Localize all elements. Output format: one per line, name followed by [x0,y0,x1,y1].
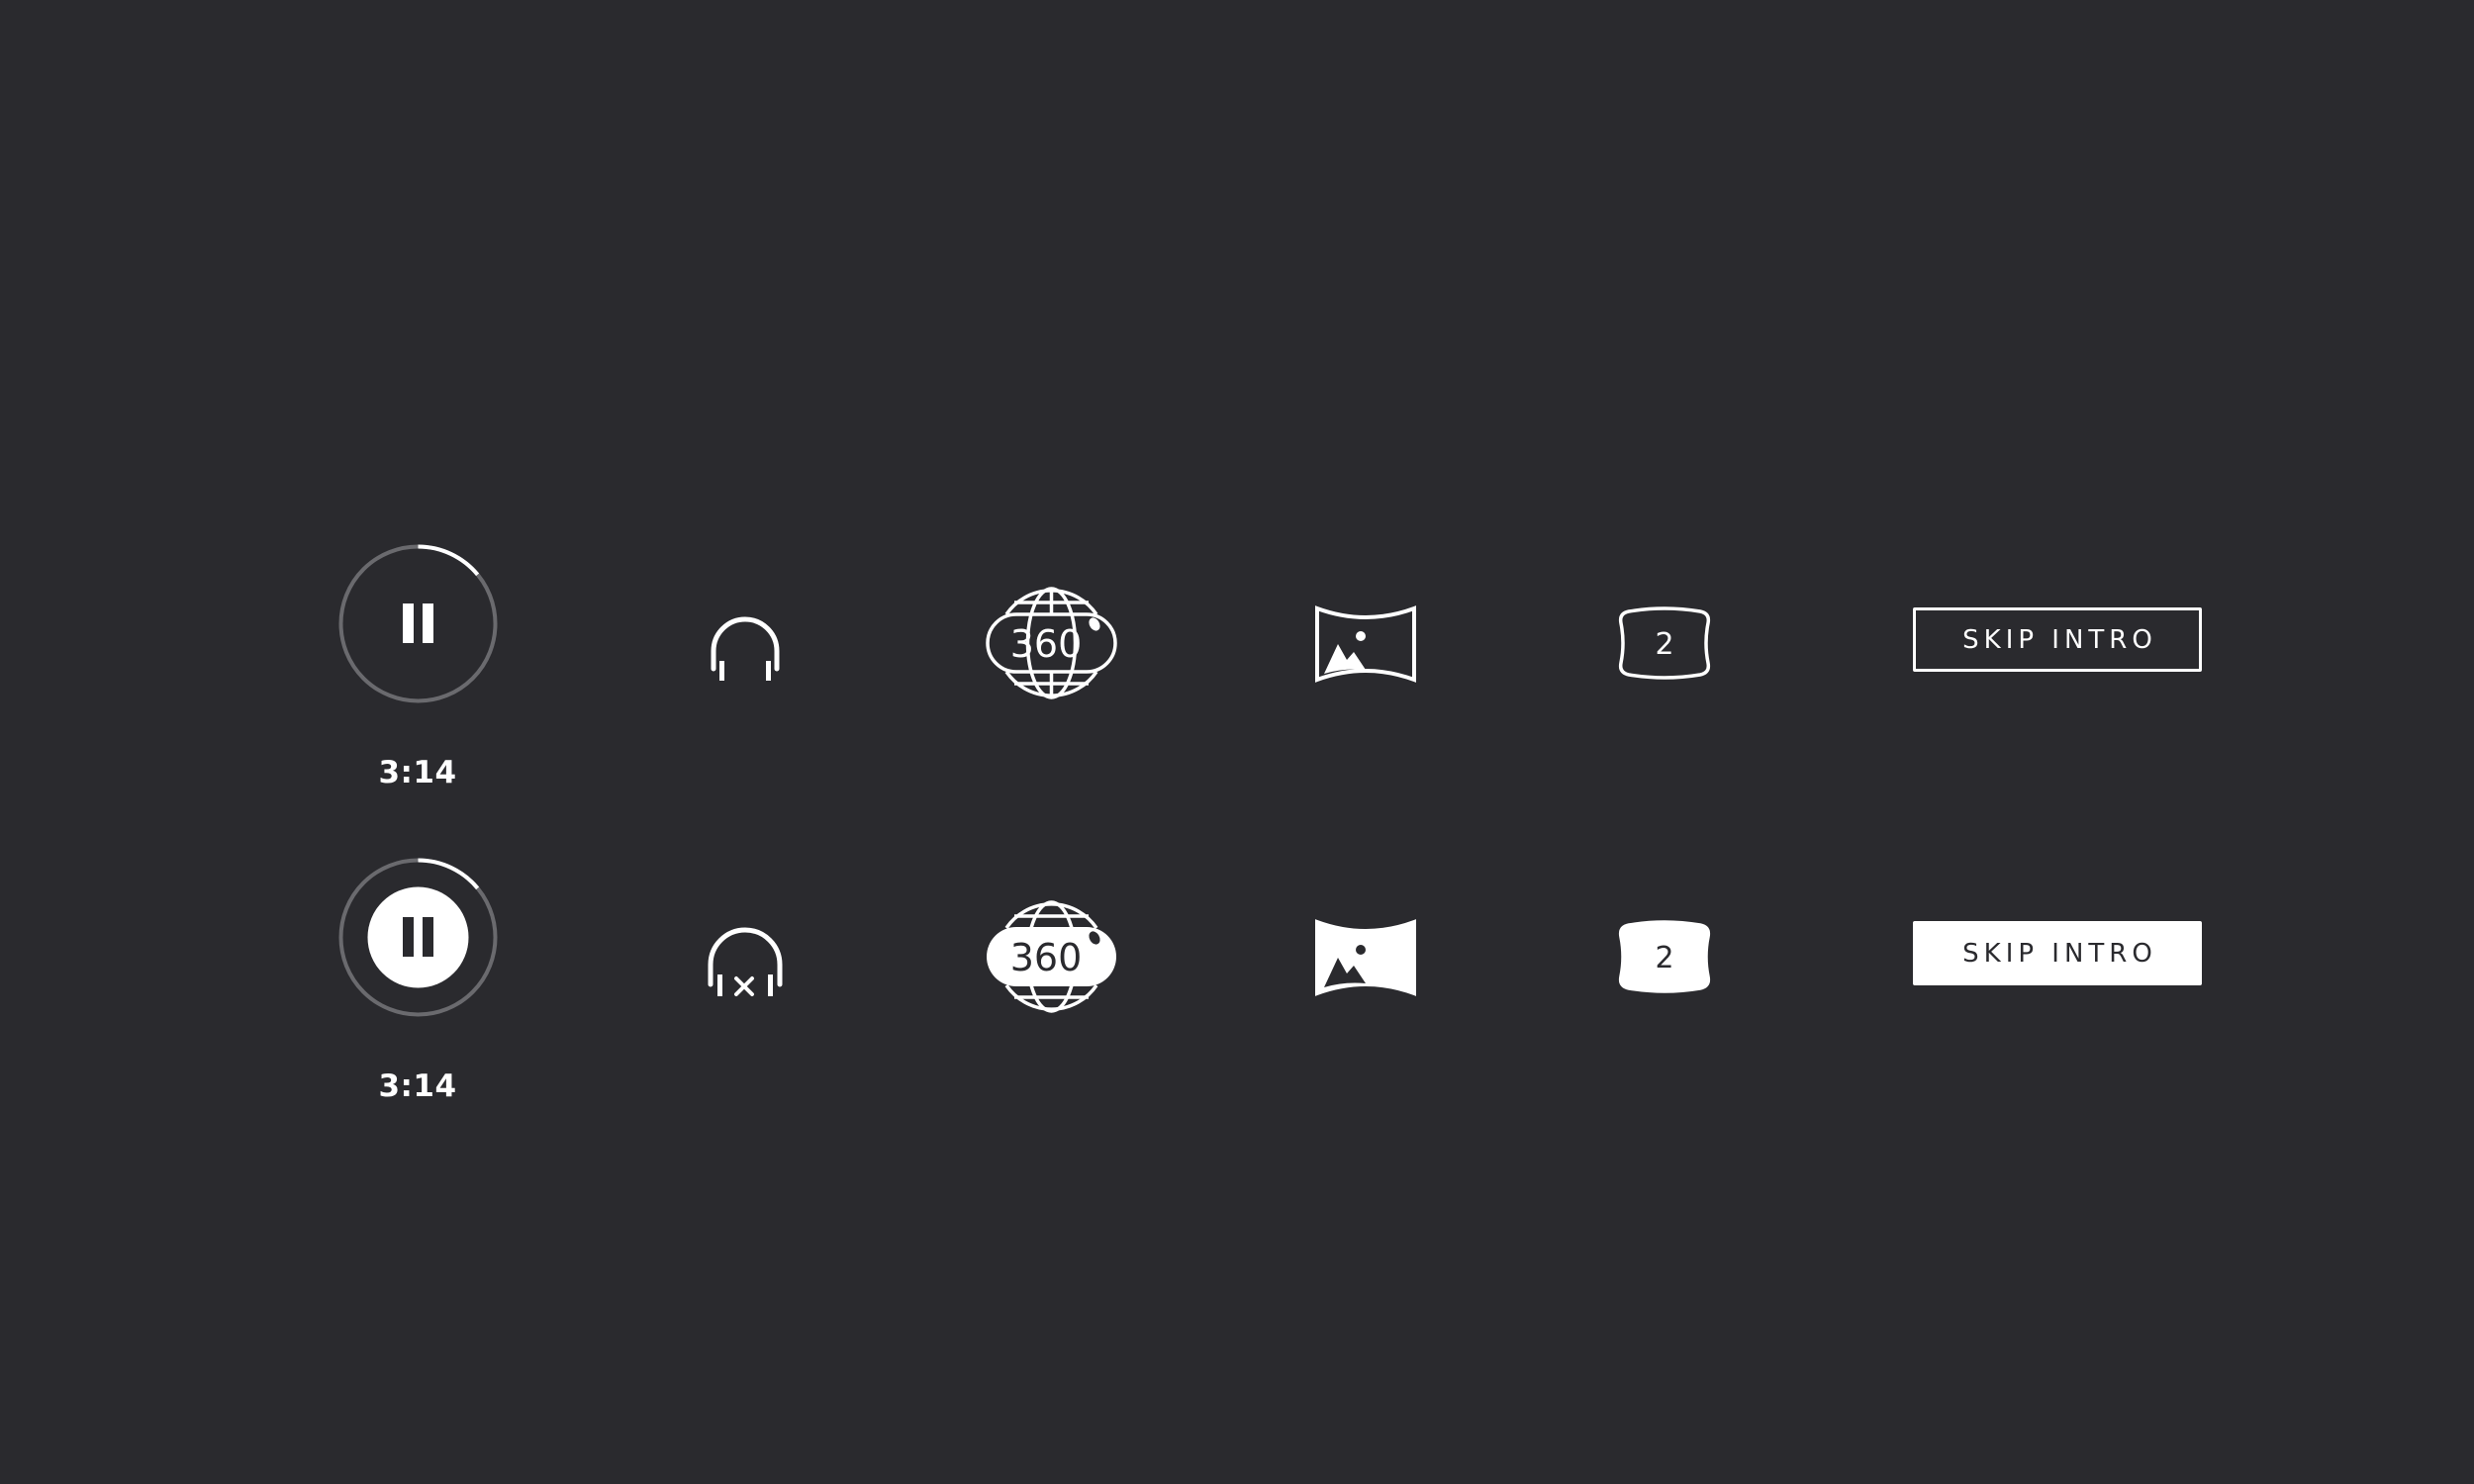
timecode: 3:14 [378,1068,457,1104]
progress-ring [338,858,498,1017]
panorama-image-icon [1315,605,1416,683]
curved-screen-icon: 2 [1618,606,1711,680]
vr-360-label: 360 [1010,936,1083,979]
vr-360-button-active[interactable]: 360 [985,898,1118,1015]
pause-button-active[interactable] [336,856,500,1019]
panorama-image-icon [1315,919,1416,996]
audio-button-active[interactable] [705,925,786,1006]
pause-button[interactable] [336,542,500,705]
globe-360-icon: 360 [987,900,1116,1013]
curved-screen-icon: 2 [1618,920,1711,993]
screen-mode-button[interactable]: 2 [1618,606,1711,680]
skip-intro-label: SKIP INTRO [1962,938,2157,969]
timecode: 3:14 [378,755,457,790]
panorama-button[interactable] [1314,604,1417,684]
screen-mode-button-active[interactable]: 2 [1618,920,1711,993]
screen-number: 2 [1655,941,1673,975]
vr-360-button[interactable]: 360 [985,585,1118,701]
audio-button[interactable] [705,611,786,693]
vr-360-label: 360 [1010,622,1083,666]
skip-intro-label: SKIP INTRO [1962,624,2157,655]
pause-icon [403,603,433,643]
headphones-muted-icon [708,927,783,996]
screen-number: 2 [1655,627,1673,662]
globe-360-icon: 360 [986,587,1117,699]
controls-row-active: 3:14 360 2 SKIP INTRO [0,856,2474,1104]
headphones-icon [711,616,780,681]
skip-intro-button-active[interactable]: SKIP INTRO [1913,921,2202,985]
skip-intro-button[interactable]: SKIP INTRO [1913,607,2202,672]
progress-ring [338,544,498,703]
panorama-button-active[interactable] [1314,918,1417,997]
controls-row-default: 3:14 360 2 SKIP INTRO [0,542,2474,790]
